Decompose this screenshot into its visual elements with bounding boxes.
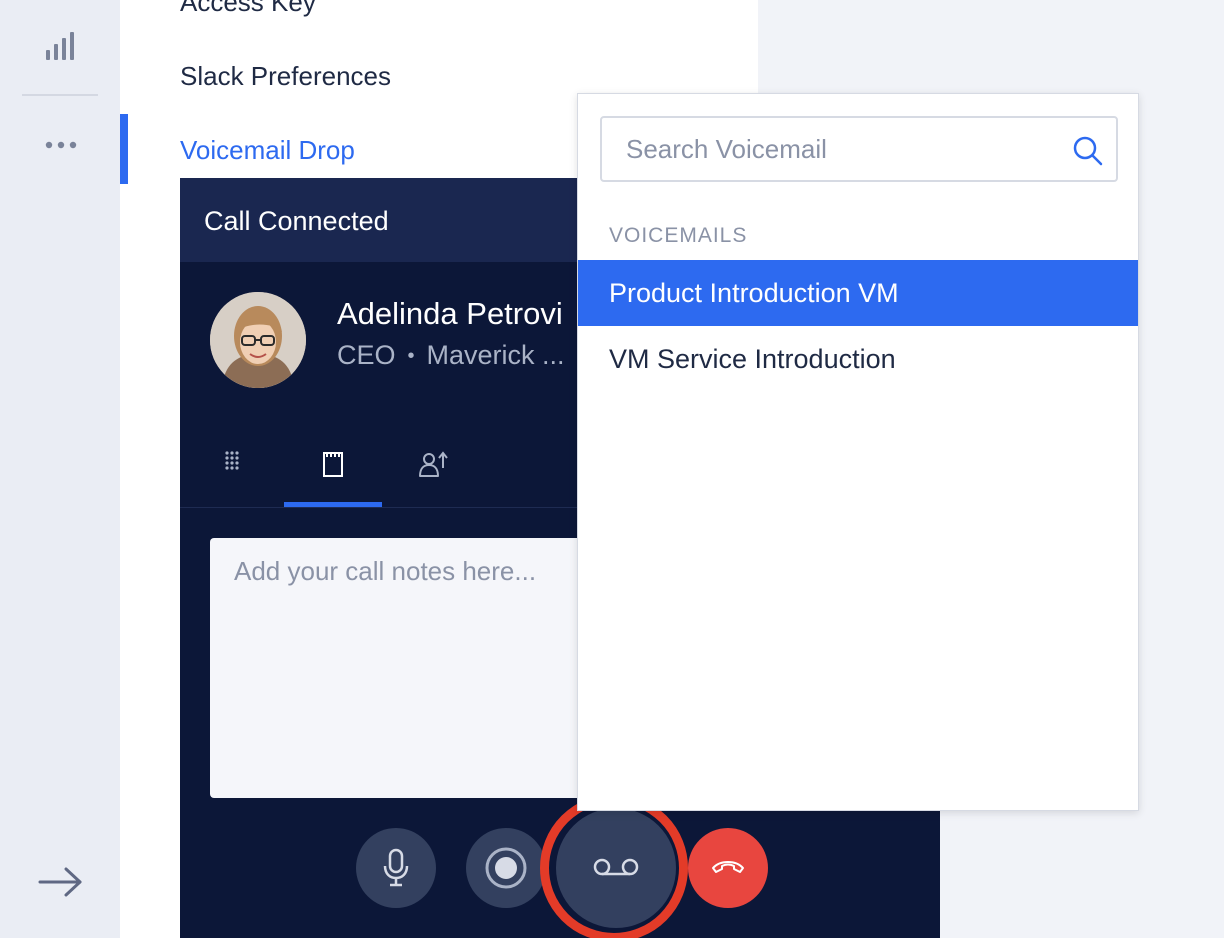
voicemails-section-label: VOICEMAILS	[609, 224, 748, 247]
transfer-icon	[419, 451, 448, 477]
contact-company: Maverick ...	[426, 340, 565, 370]
signal-bars-icon[interactable]	[44, 30, 76, 67]
voicemail-item-service-introduction[interactable]: VM Service Introduction	[578, 326, 1138, 392]
active-indicator	[120, 114, 128, 184]
voicemail-search-input[interactable]	[602, 118, 1062, 180]
contact-name: Adelinda Petrovi	[337, 296, 563, 331]
search-icon[interactable]	[1072, 135, 1104, 167]
hang-up-icon	[712, 861, 744, 873]
contact-separator: •	[407, 345, 415, 368]
call-status-title: Call Connected	[204, 206, 389, 236]
dialpad-icon	[225, 451, 239, 470]
contact-details: CEO • Maverick ...	[337, 340, 565, 371]
voicemail-icon	[593, 858, 639, 876]
tab-notes[interactable]	[284, 446, 382, 508]
left-rail	[0, 0, 120, 938]
notes-icon	[323, 452, 343, 477]
voicemail-dropdown: VOICEMAILS Product Introduction VM VM Se…	[577, 93, 1139, 811]
microphone-icon	[383, 848, 409, 887]
contact-role: CEO	[337, 340, 396, 370]
record-button[interactable]	[466, 828, 546, 908]
settings-item-voicemail-drop[interactable]: Voicemail Drop	[180, 135, 355, 166]
avatar	[210, 292, 306, 388]
voicemail-search-box	[600, 116, 1118, 182]
settings-item-access-key[interactable]: Access Key	[180, 0, 316, 18]
arrow-right-icon[interactable]	[38, 864, 84, 905]
tab-dialpad[interactable]	[186, 446, 284, 508]
voicemail-item-product-introduction[interactable]: Product Introduction VM	[578, 260, 1138, 326]
hang-up-button[interactable]	[688, 828, 768, 908]
tab-transfer[interactable]	[384, 446, 482, 508]
rail-divider	[22, 94, 98, 96]
record-icon	[485, 847, 527, 889]
mute-button[interactable]	[356, 828, 436, 908]
voicemail-drop-button[interactable]	[556, 808, 676, 928]
settings-item-slack-preferences[interactable]: Slack Preferences	[180, 61, 391, 92]
more-options-icon[interactable]	[44, 138, 78, 157]
